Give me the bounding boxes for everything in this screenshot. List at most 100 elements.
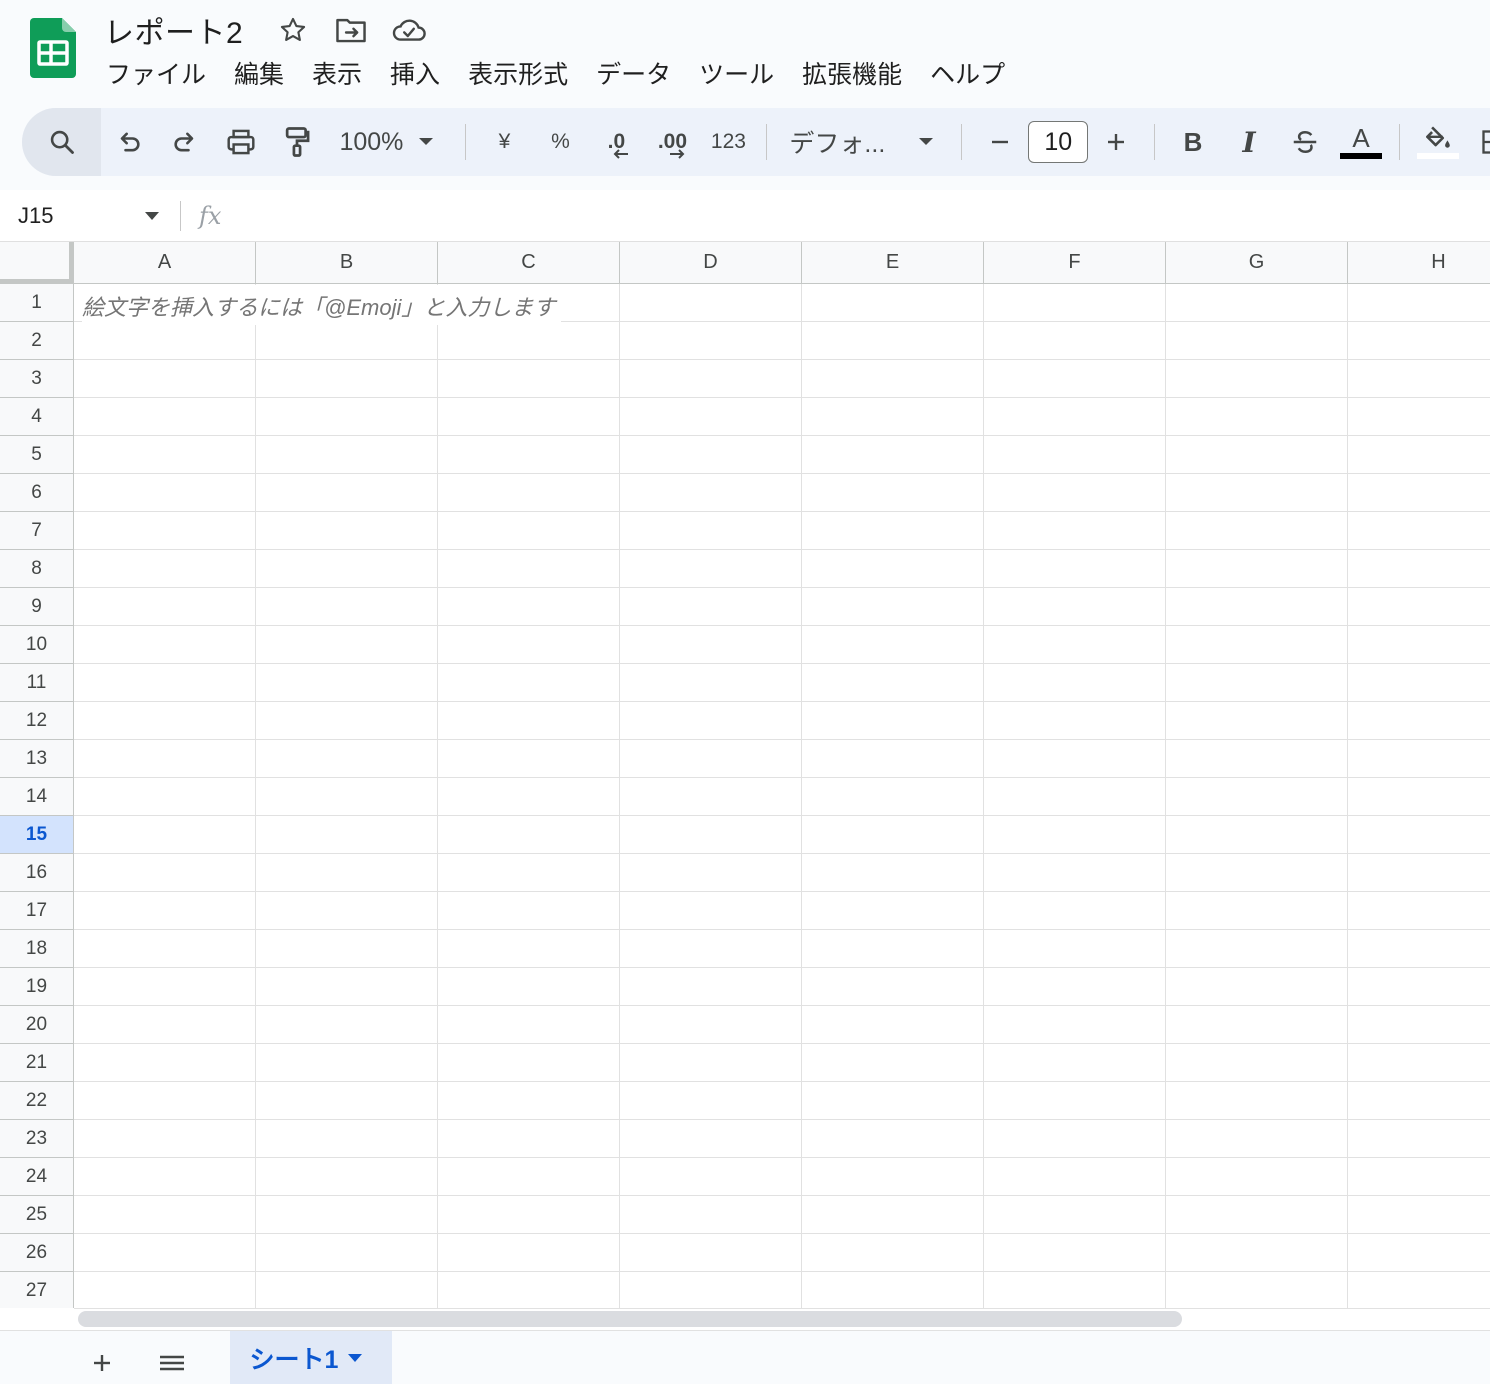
row-header[interactable]: 13 bbox=[0, 740, 74, 778]
cell-a1-placeholder[interactable]: 絵文字を挿入するには「@Emoji」と入力します bbox=[82, 287, 562, 325]
column-headers: A B C D E F G H bbox=[74, 242, 1490, 284]
row-header[interactable]: 20 bbox=[0, 1006, 74, 1044]
borders-button[interactable] bbox=[1466, 114, 1490, 170]
spreadsheet-app: レポート2 ファイル 編集 表示 挿入 表示形式 データ ツール 拡張機能 ヘル… bbox=[0, 0, 1490, 1384]
currency-label: ¥ bbox=[498, 130, 511, 153]
menu-format[interactable]: 表示形式 bbox=[454, 51, 582, 95]
italic-icon: I bbox=[1242, 125, 1256, 159]
star-icon[interactable] bbox=[273, 10, 313, 50]
row-header[interactable]: 7 bbox=[0, 512, 74, 550]
increase-decimal-button[interactable]: .00 bbox=[644, 114, 700, 170]
toolbar-divider bbox=[465, 124, 467, 160]
row-header[interactable]: 16 bbox=[0, 854, 74, 892]
column-header-g[interactable]: G bbox=[1166, 242, 1348, 284]
paint-format-button[interactable] bbox=[269, 114, 325, 170]
decrease-font-size-button[interactable] bbox=[972, 114, 1028, 170]
increase-font-size-button[interactable] bbox=[1088, 114, 1144, 170]
row-header[interactable]: 8 bbox=[0, 550, 74, 588]
cell-area[interactable] bbox=[74, 284, 1490, 1308]
search-icon bbox=[50, 130, 74, 154]
row-header[interactable]: 22 bbox=[0, 1082, 74, 1120]
toolbar-divider bbox=[766, 124, 768, 160]
search-menus-button[interactable] bbox=[22, 108, 102, 176]
row-header[interactable]: 17 bbox=[0, 892, 74, 930]
undo-button[interactable] bbox=[101, 114, 157, 170]
zoom-select[interactable]: 100% bbox=[325, 128, 455, 157]
italic-button[interactable]: I bbox=[1221, 114, 1277, 170]
row-header[interactable]: 5 bbox=[0, 436, 74, 474]
borders-icon bbox=[1482, 130, 1490, 154]
row-header[interactable]: 14 bbox=[0, 778, 74, 816]
chevron-down-icon[interactable] bbox=[338, 1349, 372, 1367]
fill-color-button[interactable] bbox=[1410, 114, 1466, 170]
menu-edit[interactable]: 編集 bbox=[220, 51, 298, 95]
menu-help[interactable]: ヘルプ bbox=[916, 51, 1019, 95]
column-header-e[interactable]: E bbox=[802, 242, 984, 284]
add-sheet-button[interactable] bbox=[78, 1339, 126, 1384]
menu-view[interactable]: 表示 bbox=[298, 51, 376, 95]
zoom-value: 100% bbox=[339, 127, 404, 156]
fx-icon: fx bbox=[199, 201, 222, 230]
minus-icon bbox=[992, 140, 1009, 144]
row-header[interactable]: 11 bbox=[0, 664, 74, 702]
row-header[interactable]: 9 bbox=[0, 588, 74, 626]
more-formats-button[interactable]: 123 bbox=[700, 114, 756, 170]
column-header-b[interactable]: B bbox=[256, 242, 438, 284]
menu-extensions[interactable]: 拡張機能 bbox=[788, 51, 916, 95]
sheet-tab-label: シート1 bbox=[249, 1346, 339, 1374]
sheet-grid[interactable]: A B C D E F G H 1 2 3 4 5 6 7 8 9 10 11 12 13 14 15 16 1… bbox=[0, 242, 1490, 1308]
decrease-decimal-button[interactable]: .0 bbox=[588, 114, 644, 170]
formula-input[interactable] bbox=[235, 196, 1490, 236]
arrow-right-icon bbox=[670, 149, 685, 159]
font-select[interactable]: デフォ... bbox=[777, 124, 951, 160]
toolbar-divider bbox=[1399, 124, 1401, 160]
select-all-corner[interactable] bbox=[0, 242, 74, 284]
row-header[interactable]: 6 bbox=[0, 474, 74, 512]
all-sheets-button[interactable] bbox=[148, 1339, 196, 1384]
column-header-f[interactable]: F bbox=[984, 242, 1166, 284]
menu-data[interactable]: データ bbox=[582, 51, 685, 95]
undo-icon bbox=[121, 132, 141, 152]
font-size-input[interactable]: 10 bbox=[1028, 121, 1089, 163]
row-header[interactable]: 12 bbox=[0, 702, 74, 740]
name-box[interactable]: J15 bbox=[0, 203, 170, 229]
menu-insert[interactable]: 挿入 bbox=[376, 51, 454, 95]
bold-button[interactable]: B bbox=[1165, 114, 1221, 170]
row-header[interactable]: 3 bbox=[0, 360, 74, 398]
text-color-button[interactable]: A bbox=[1333, 114, 1389, 170]
row-header[interactable]: 10 bbox=[0, 626, 74, 664]
row-header[interactable]: 24 bbox=[0, 1158, 74, 1196]
percent-format-button[interactable]: % bbox=[532, 114, 588, 170]
row-header[interactable]: 18 bbox=[0, 930, 74, 968]
currency-format-button[interactable]: ¥ bbox=[476, 114, 532, 170]
row-header[interactable]: 27 bbox=[0, 1272, 74, 1308]
column-header-a[interactable]: A bbox=[74, 242, 256, 284]
row-header[interactable]: 15 bbox=[0, 816, 74, 854]
move-folder-icon[interactable] bbox=[331, 10, 371, 50]
column-header-c[interactable]: C bbox=[438, 242, 620, 284]
sheet-tab-1[interactable]: シート1 bbox=[230, 1331, 392, 1384]
row-header[interactable]: 21 bbox=[0, 1044, 74, 1082]
print-button[interactable] bbox=[213, 114, 269, 170]
sheets-logo-icon[interactable] bbox=[30, 18, 76, 78]
horizontal-scroll-thumb[interactable] bbox=[78, 1311, 1182, 1327]
column-header-d[interactable]: D bbox=[620, 242, 802, 284]
row-header[interactable]: 25 bbox=[0, 1196, 74, 1234]
row-header[interactable]: 4 bbox=[0, 398, 74, 436]
row-header[interactable]: 1 bbox=[0, 284, 74, 322]
row-header[interactable]: 26 bbox=[0, 1234, 74, 1272]
row-header[interactable]: 23 bbox=[0, 1120, 74, 1158]
document-title[interactable]: レポート2 bbox=[104, 8, 243, 52]
row-header[interactable]: 19 bbox=[0, 968, 74, 1006]
strikethrough-button[interactable] bbox=[1277, 114, 1333, 170]
text-color-icon: A bbox=[1352, 123, 1370, 153]
menu-file[interactable]: ファイル bbox=[92, 51, 220, 95]
cloud-saved-icon[interactable] bbox=[389, 10, 429, 50]
menu-tools[interactable]: ツール bbox=[685, 51, 788, 95]
row-header[interactable]: 2 bbox=[0, 322, 74, 360]
redo-button[interactable] bbox=[157, 114, 213, 170]
number-format-label: 123 bbox=[710, 130, 746, 153]
formula-divider bbox=[180, 200, 181, 231]
scroll-corner bbox=[0, 1308, 74, 1330]
column-header-h[interactable]: H bbox=[1348, 242, 1490, 284]
